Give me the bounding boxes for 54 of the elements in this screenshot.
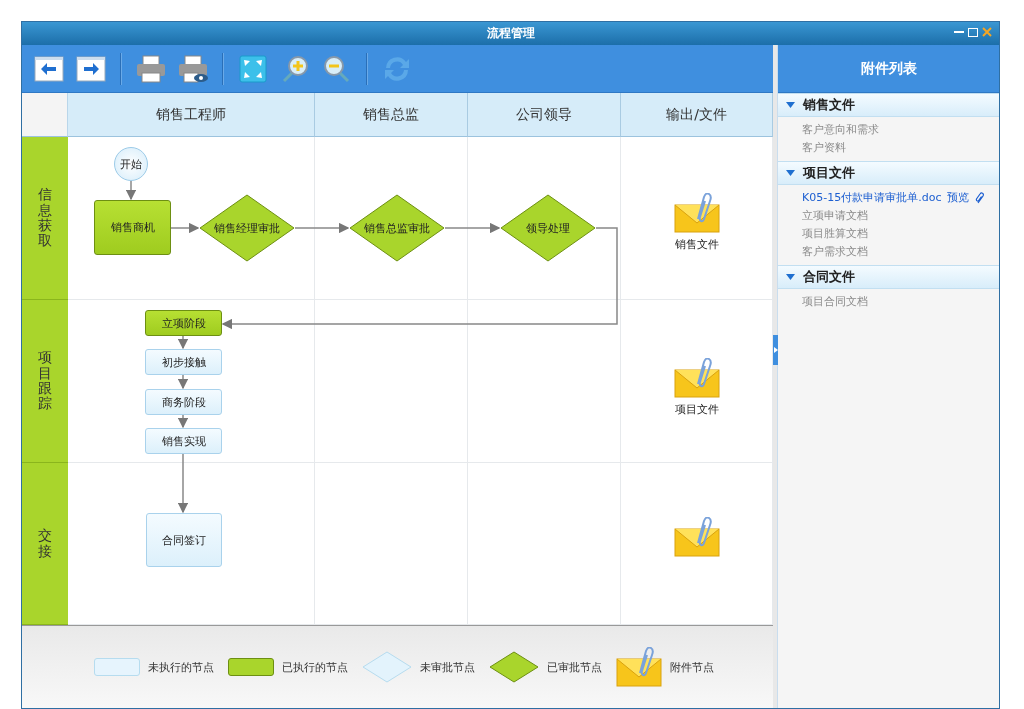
connector-arrow: [170, 222, 200, 234]
column-header: 公司领导: [468, 93, 621, 137]
task-node: 初步接触: [145, 349, 222, 375]
maximize-icon[interactable]: [967, 26, 979, 38]
legend-label: 未审批节点: [420, 659, 475, 675]
window-title: 流程管理: [486, 25, 535, 42]
connector-arrow: [177, 374, 189, 390]
column-header: 输出/文件: [621, 93, 773, 137]
task-node: 销售实现: [145, 428, 222, 454]
task-node: 商务阶段: [145, 389, 222, 415]
attachment-item[interactable]: 立项申请文档: [802, 207, 868, 225]
attachment-envelope-icon: [674, 358, 720, 398]
close-icon[interactable]: [981, 26, 993, 38]
start-node: 开始: [114, 147, 148, 181]
decision-node: 领导处理: [500, 194, 596, 262]
decision-node: 销售经理审批: [199, 194, 295, 262]
connector-arrow: [177, 335, 189, 350]
collapse-handle[interactable]: [773, 335, 778, 365]
attachment-item[interactable]: 客户需求文档: [802, 243, 868, 261]
group-header[interactable]: 合同文件: [778, 265, 999, 289]
attachment-item[interactable]: 项目合同文档: [802, 293, 868, 311]
legend-label: 已执行的节点: [282, 659, 348, 675]
lane-label: 信息获取: [38, 187, 52, 249]
caret-icon: [786, 274, 795, 280]
legend-label: 附件节点: [670, 659, 714, 675]
group-header[interactable]: 销售文件: [778, 93, 999, 117]
paperclip-icon: [975, 192, 986, 204]
column-header: 销售总监: [315, 93, 468, 137]
task-node: 合同签订: [146, 513, 222, 567]
attachment-label: 销售文件: [675, 237, 719, 252]
attachment-envelope-icon: [674, 193, 720, 233]
file-link[interactable]: K05-15付款申请审批单.doc: [802, 189, 942, 207]
decision-node: 销售总监审批: [349, 194, 445, 262]
group-header[interactable]: 项目文件: [778, 161, 999, 185]
attachment-item[interactable]: 客户意向和需求: [802, 121, 879, 139]
legend-label: 已审批节点: [547, 659, 602, 675]
lane-label: 项目跟踪: [38, 350, 52, 412]
attachment-item[interactable]: 项目胜算文档: [802, 225, 868, 243]
panel-title: 附件列表: [778, 45, 999, 93]
column-header: 销售工程师: [68, 93, 315, 137]
attachment-envelope-icon: [674, 517, 720, 557]
connector-arrow: [125, 180, 137, 201]
legend-label: 未执行的节点: [148, 659, 214, 675]
caret-icon: [786, 102, 795, 108]
caret-icon: [786, 170, 795, 176]
lane-label: 交接: [38, 528, 52, 559]
attachment-label: 项目文件: [675, 402, 719, 417]
task-node: 销售商机: [94, 200, 171, 255]
legend-envelope-icon: [616, 647, 662, 687]
task-node: 立项阶段: [145, 310, 222, 336]
attachment-item[interactable]: 客户资料: [802, 139, 846, 157]
connector-arrow: [177, 453, 189, 514]
preview-link[interactable]: 预览: [947, 189, 970, 207]
connector-arrow: [177, 414, 189, 429]
